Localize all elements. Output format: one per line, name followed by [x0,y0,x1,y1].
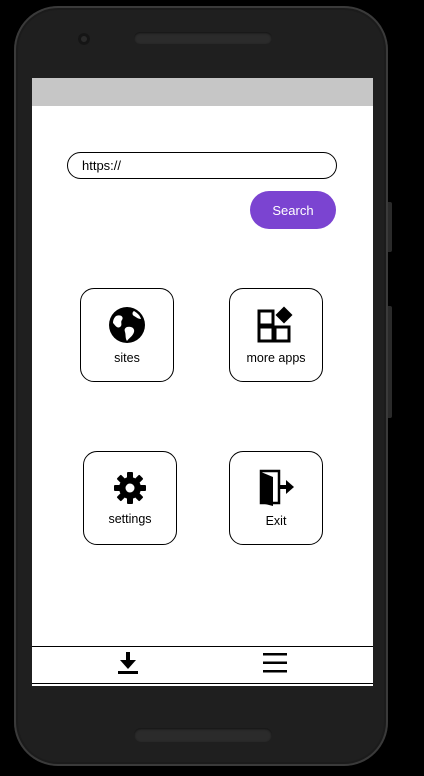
bottom-speaker [134,728,272,742]
volume-button [388,202,392,252]
front-camera [78,33,90,45]
exit-label: Exit [265,514,287,528]
app-screen: Search sites more apps [32,78,373,686]
apps-icon [256,305,296,345]
sites-label: sites [114,351,140,365]
more-apps-tile[interactable]: more apps [229,288,323,382]
earpiece-speaker [134,32,272,44]
exit-tile[interactable]: Exit [229,451,323,545]
download-button[interactable] [113,651,143,679]
download-icon [117,651,139,680]
url-input[interactable] [67,152,337,179]
settings-label: settings [108,512,152,526]
sites-tile[interactable]: sites [80,288,174,382]
bottom-navigation-bar [32,646,373,684]
menu-button[interactable] [260,651,290,679]
status-bar [32,78,373,106]
gear-icon [112,470,148,506]
globe-icon [107,305,147,345]
settings-tile[interactable]: settings [83,451,177,545]
power-button [388,306,392,418]
menu-icon [262,652,288,679]
exit-door-icon [256,468,296,508]
more-apps-label: more apps [246,351,306,365]
search-button[interactable]: Search [250,191,336,229]
